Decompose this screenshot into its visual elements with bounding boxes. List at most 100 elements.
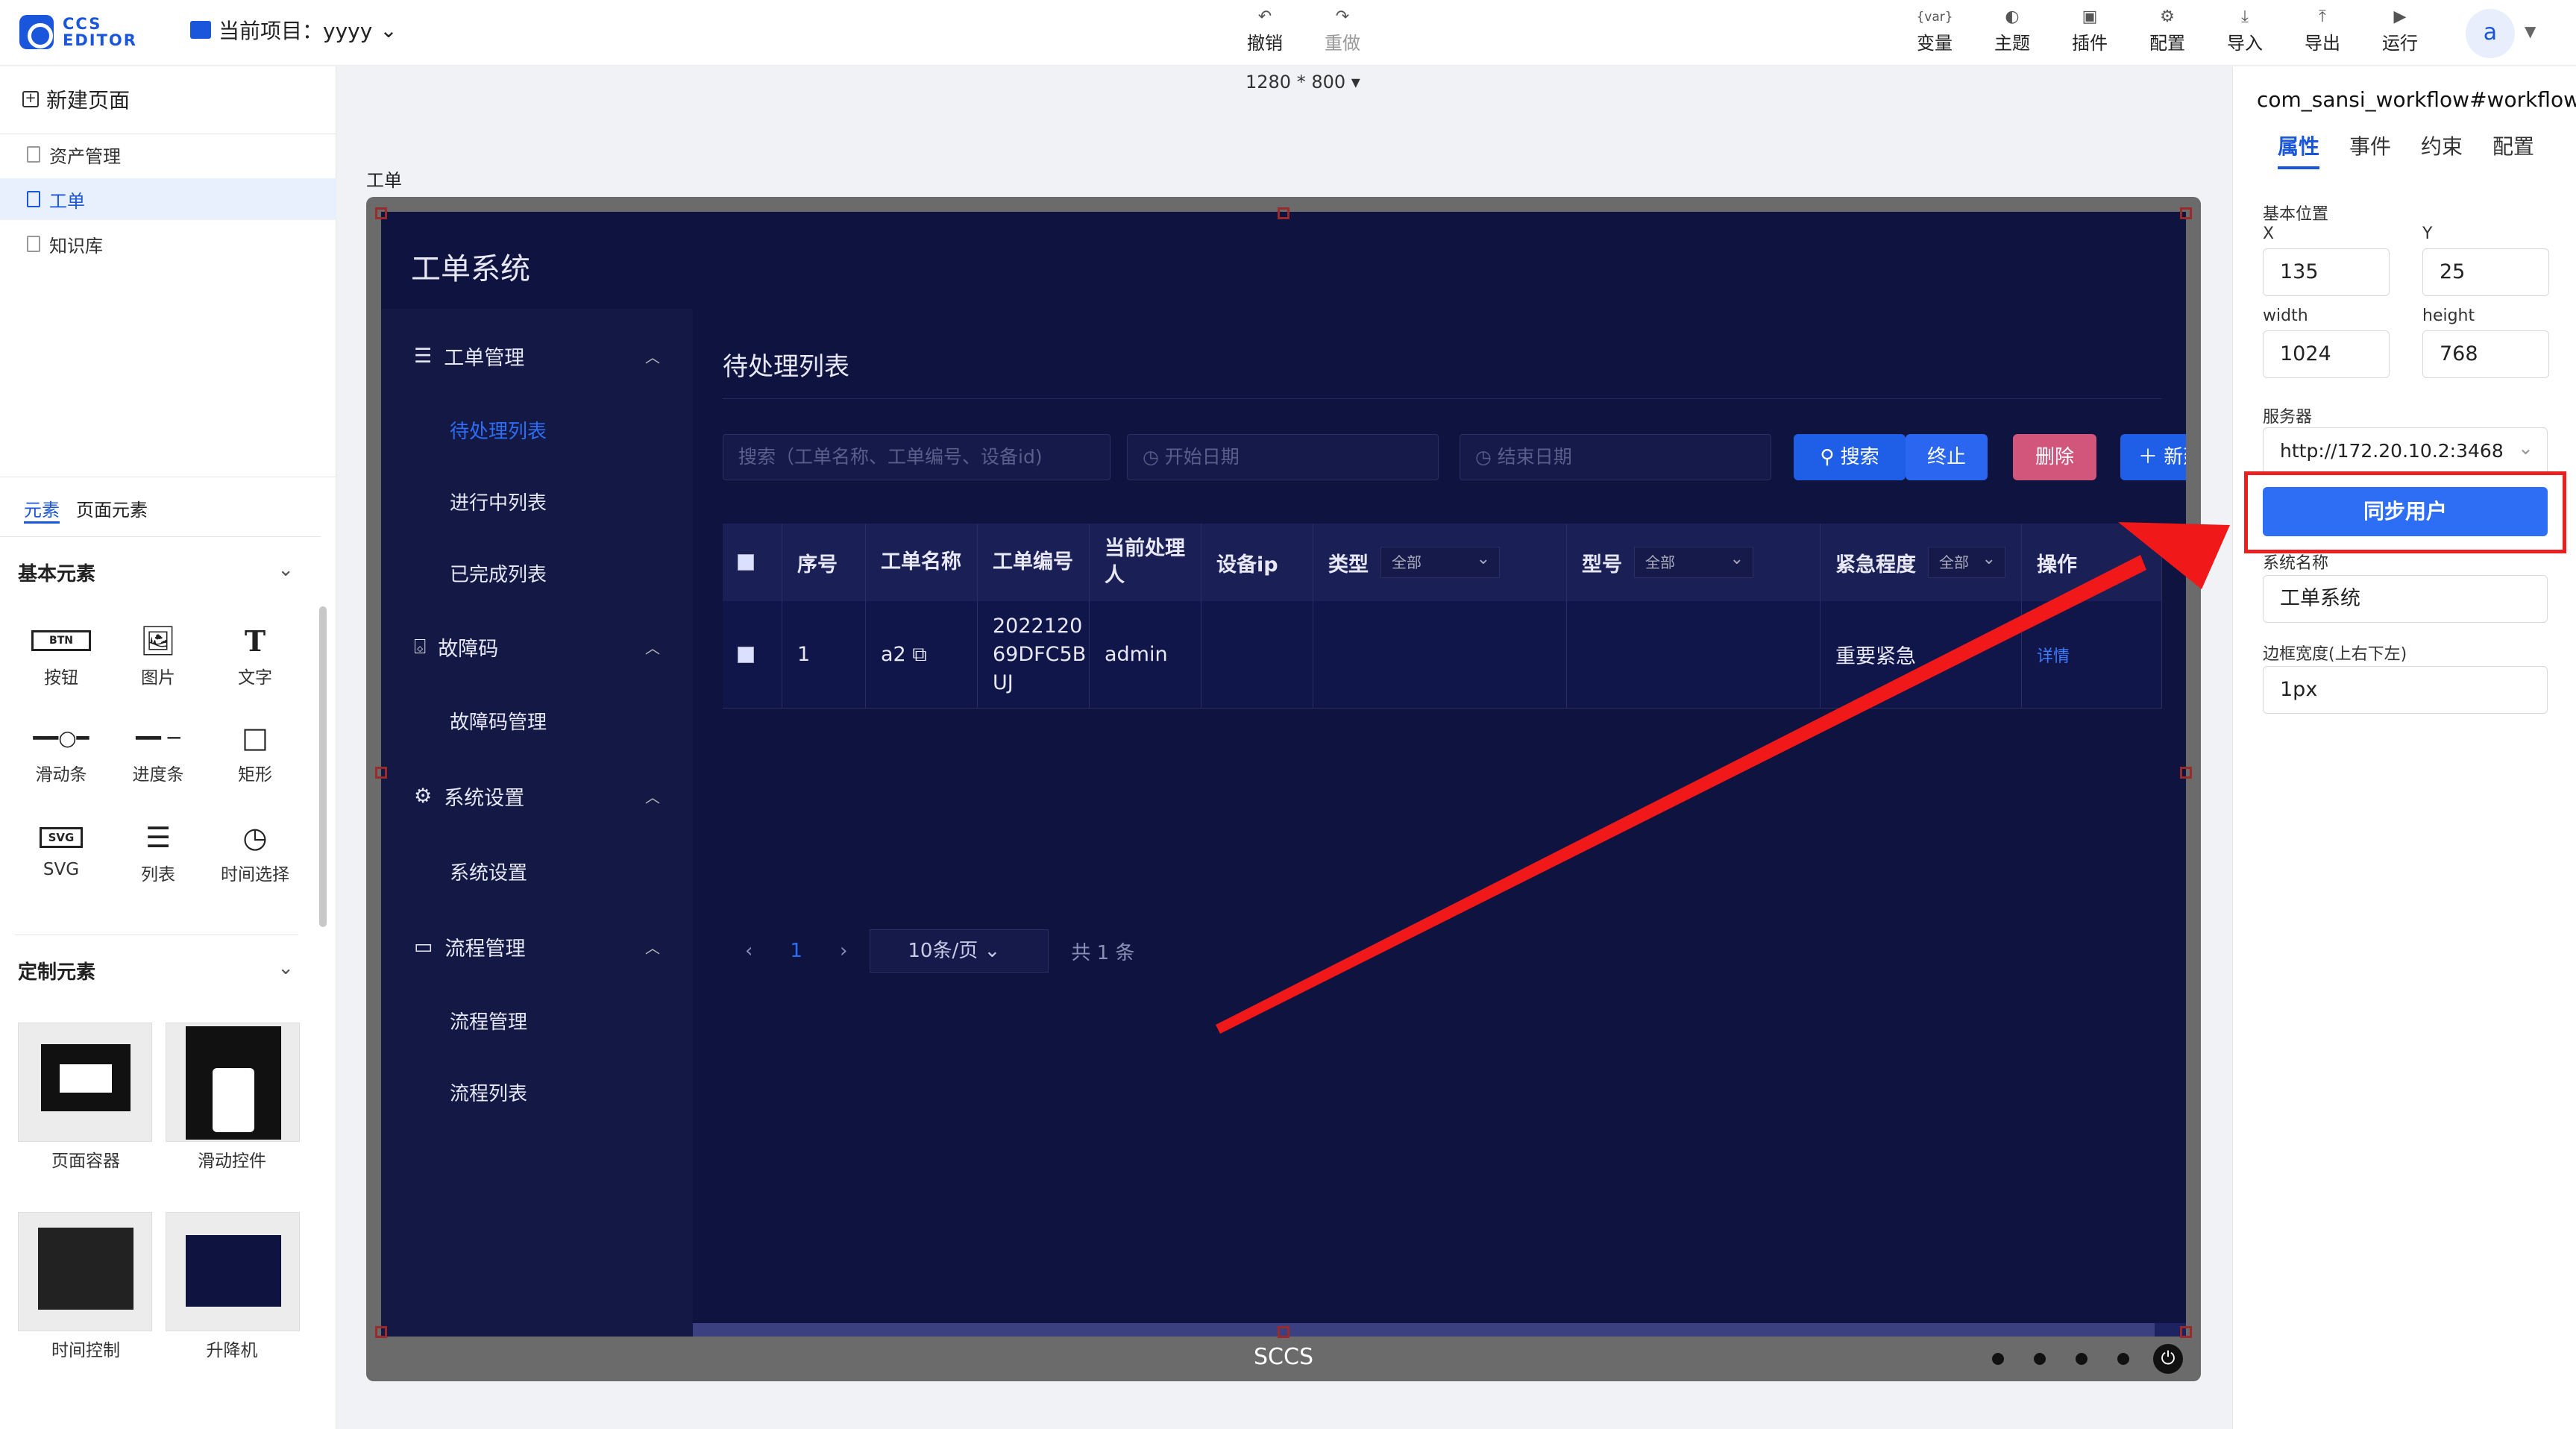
page-item-workorder[interactable]: 工单 — [0, 178, 336, 220]
page-number[interactable]: 1 — [790, 940, 802, 962]
next-page-icon[interactable]: › — [840, 940, 847, 962]
plugin-button[interactable]: ▣ 插件 — [2060, 6, 2120, 54]
avatar[interactable]: a — [2466, 9, 2515, 58]
tab-page-elements[interactable]: 页面元素 — [76, 495, 148, 524]
plus-square-icon: + — [22, 91, 39, 107]
stop-button[interactable]: 终止 — [1906, 434, 1988, 480]
new-page-button[interactable]: + 新建页面 — [22, 84, 130, 114]
comp-rect[interactable]: □ 矩形 — [210, 715, 300, 785]
start-date-input[interactable]: ◷ 开始日期 — [1127, 434, 1439, 480]
tab-config[interactable]: 配置 — [2492, 131, 2534, 169]
comp-label: 文字 — [238, 668, 272, 688]
page-size-select[interactable]: 10条/页 ⌄ — [870, 929, 1049, 973]
new-button[interactable]: ＋ 新建 — [2120, 434, 2186, 480]
col-header-urgency: 紧急程度 全部 — [1821, 524, 2022, 601]
thumb-slider-control[interactable] — [166, 1023, 300, 1142]
nav-sub-pending[interactable]: 待处理列表 — [450, 416, 547, 444]
plugin-icon: ▣ — [2082, 7, 2098, 26]
tab-events[interactable]: 事件 — [2349, 131, 2391, 169]
x-input[interactable]: 135 — [2263, 248, 2390, 296]
nav-sub-completed[interactable]: 已完成列表 — [450, 559, 547, 587]
component-id: com_sansi_workflow#workflow_ — [2257, 87, 2576, 112]
nav-group-settings[interactable]: ⚙ 系统设置 ︿ — [414, 782, 660, 811]
nav-sub-flow-list[interactable]: 流程列表 — [450, 1078, 527, 1106]
comp-image[interactable]: 🖼 图片 — [113, 618, 203, 688]
page-item-knowledge[interactable]: 知识库 — [0, 223, 336, 265]
border-width-input[interactable]: 1px — [2263, 666, 2548, 714]
undo-button[interactable]: ↶ 撤销 — [1235, 6, 1295, 54]
canvas-size-selector[interactable]: 1280 * 800 ▾ — [1245, 72, 1360, 92]
system-name-input[interactable]: 工单系统 — [2263, 575, 2548, 623]
variable-button[interactable]: {var} 变量 — [1905, 6, 1964, 54]
search-input[interactable]: 搜索（工单名称、工单编号、设备id) — [723, 434, 1110, 480]
comp-button[interactable]: BTN 按钮 — [16, 618, 106, 688]
nav-group-flow[interactable]: ▭ 流程管理 ︿ — [414, 932, 660, 961]
nav-sub-settings[interactable]: 系统设置 — [450, 858, 527, 885]
new-page-label: 新建页面 — [46, 88, 131, 113]
tab-elements[interactable]: 元素 — [24, 495, 60, 524]
server-select[interactable]: http://172.20.10.2:3468 ⌄ — [2263, 427, 2548, 475]
left-scrollbar[interactable] — [319, 606, 327, 927]
redo-button[interactable]: ↷ 重做 — [1313, 6, 1372, 54]
app-horizontal-scrollbar[interactable] — [693, 1323, 2186, 1337]
app-screen[interactable]: 工单系统 ☰ 工单管理 ︿ 待处理列表 进行中列表 已完成列表 ⌺ 故障码 ︿ 故障码管… — [381, 212, 2186, 1337]
monitor-icon: ▭ — [414, 935, 433, 958]
delete-button[interactable]: 删除 — [2013, 434, 2096, 480]
avatar-dropdown-icon[interactable]: ▼ — [2525, 22, 2536, 40]
theme-label: 主题 — [1994, 33, 2030, 54]
import-button[interactable]: ⤓ 导入 — [2215, 6, 2275, 54]
thumb-page-container[interactable] — [18, 1023, 152, 1142]
col-header: 工单编号 — [978, 524, 1090, 601]
end-date-input[interactable]: ◷ 结束日期 — [1460, 434, 1771, 480]
resize-handle[interactable] — [2180, 767, 2192, 779]
import-icon: ⤓ — [2241, 7, 2249, 26]
nav-sub-inprogress[interactable]: 进行中列表 — [450, 488, 547, 515]
resize-handle[interactable] — [2180, 207, 2192, 219]
copy-icon[interactable]: ⧉ — [912, 643, 926, 667]
comp-time[interactable]: ◷ 时间选择 — [210, 815, 300, 885]
row-checkbox[interactable] — [738, 646, 754, 663]
comp-slider[interactable]: ━━○━ 滑动条 — [16, 715, 106, 785]
resize-handle[interactable] — [1278, 207, 1289, 219]
resize-handle[interactable] — [375, 767, 387, 779]
model-filter-select[interactable]: 全部 — [1634, 544, 1753, 578]
detail-link[interactable]: 详情 — [2022, 601, 2162, 709]
custom-elements-header[interactable]: 定制元素 ⌄ — [18, 957, 294, 984]
type-filter-select[interactable]: 全部 — [1380, 544, 1500, 578]
thumb-elevator[interactable] — [166, 1212, 300, 1331]
config-button[interactable]: ⚙ 配置 — [2137, 6, 2197, 54]
comp-text[interactable]: T 文字 — [210, 618, 300, 688]
y-input[interactable]: 25 — [2422, 248, 2549, 296]
height-input[interactable]: 768 — [2422, 330, 2549, 378]
export-button[interactable]: ⤒ 导出 — [2293, 6, 2352, 54]
width-input[interactable]: 1024 — [2263, 330, 2390, 378]
nav-group-faultcode[interactable]: ⌺ 故障码 ︿ — [414, 632, 660, 662]
plus-icon: ＋ — [2138, 446, 2164, 468]
run-button[interactable]: ▶ 运行 — [2370, 6, 2430, 54]
urgency-filter-select[interactable]: 全部 — [1928, 544, 2005, 578]
tab-constraints[interactable]: 约束 — [2421, 131, 2463, 169]
select-all-checkbox-cell — [723, 524, 782, 601]
comp-progress[interactable]: ━━ ─ 进度条 — [113, 715, 203, 785]
thumb-time-control[interactable] — [18, 1212, 152, 1331]
tab-properties[interactable]: 属性 — [2278, 131, 2320, 169]
left-panel: + 新建页面 资产管理 工单 知识库 元素 页面元素 基本元素 ⌄ BTN 按钮 🖼 图… — [0, 66, 336, 1429]
theme-button[interactable]: ◐ 主题 — [1982, 6, 2042, 54]
search-button[interactable]: ⚲ 搜索 — [1794, 434, 1906, 480]
comp-svg[interactable]: SVG SVG — [16, 815, 106, 879]
project-selector[interactable]: 当前项目：yyyy ⌄ — [190, 15, 398, 45]
basic-elements-header[interactable]: 基本元素 ⌄ — [18, 559, 294, 586]
resize-handle[interactable] — [375, 207, 387, 219]
page-item-assets[interactable]: 资产管理 — [0, 134, 336, 175]
col-header-type: 类型 全部 — [1313, 524, 1567, 601]
select-all-checkbox[interactable] — [738, 554, 754, 571]
chevron-down-icon: ⌄ — [277, 559, 294, 581]
comp-list[interactable]: ☰ 列表 — [113, 815, 203, 885]
nav-sub-faultcode[interactable]: 故障码管理 — [450, 707, 547, 735]
prev-page-icon[interactable]: ‹ — [745, 940, 753, 962]
nav-sub-flow-manage[interactable]: 流程管理 — [450, 1007, 527, 1034]
nav-label: 系统设置 — [444, 787, 525, 810]
nav-group-workorder[interactable]: ☰ 工单管理 ︿ — [414, 342, 660, 371]
power-icon[interactable]: ⏻ — [2153, 1344, 2183, 1374]
app-logo[interactable]: CCS EDITOR — [19, 12, 146, 52]
